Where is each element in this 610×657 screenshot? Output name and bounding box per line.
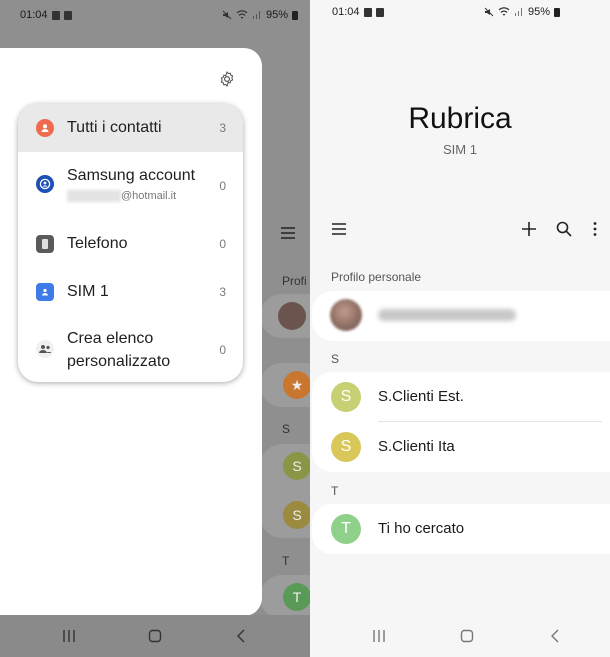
settings-gear-icon[interactable] (218, 70, 236, 88)
status-time: 01:04 (332, 6, 360, 18)
contact-group-s: S S.Clienti Est. S S.Clienti Ita (312, 372, 610, 472)
source-count: 0 (219, 179, 226, 193)
source-sim1[interactable]: SIM 1 3 (18, 268, 243, 316)
contact-avatar: T (331, 514, 361, 544)
avatar: T (283, 583, 310, 611)
person-icon (36, 119, 54, 137)
recent-apps-icon[interactable] (372, 629, 386, 643)
source-samsung-account[interactable]: Samsung account @hotmail.it 0 (18, 152, 243, 220)
navigation-bar (310, 615, 610, 657)
source-all-contacts[interactable]: Tutti i contatti 3 (18, 104, 243, 152)
contact-group-t: T Ti ho cercato (312, 504, 610, 554)
page-title: Rubrica (408, 102, 512, 135)
back-icon[interactable] (550, 629, 560, 643)
source-label-line1: Crea elenco (67, 330, 154, 347)
mute-icon (222, 10, 232, 20)
sim-icon (51, 10, 60, 20)
source-sublabel: @hotmail.it (121, 190, 177, 202)
section-letter: T (331, 484, 339, 498)
menu-icon (281, 227, 295, 239)
wifi-icon (498, 7, 510, 16)
source-label: Tutti i contatti (67, 119, 162, 136)
status-time: 01:04 (20, 9, 48, 21)
avatar: S (283, 501, 310, 529)
section-header: Profilo personale (331, 270, 422, 284)
source-count: 0 (219, 237, 226, 251)
profile-avatar (330, 299, 362, 331)
battery-icon (554, 7, 560, 17)
avatar: S (283, 452, 310, 480)
signal-icon (514, 8, 522, 16)
favorites-star-icon: ★ (283, 371, 310, 399)
contact-name: S.Clienti Est. (378, 388, 464, 405)
navigation-drawer: Tutti i contatti 3 Samsung account @hotm… (0, 48, 262, 616)
menu-icon[interactable] (330, 220, 348, 238)
contact-row[interactable]: S S.Clienti Est. (312, 372, 610, 422)
home-icon[interactable] (460, 629, 474, 643)
gallery-icon (363, 7, 372, 17)
redacted-email (67, 190, 121, 202)
sim-card-icon (36, 283, 54, 301)
page-subtitle[interactable]: SIM 1 (310, 142, 610, 157)
contact-row[interactable]: S S.Clienti Ita (312, 422, 610, 472)
group-icon (36, 340, 54, 358)
avatar (278, 302, 306, 330)
contact-name: Ti ho cercato (378, 520, 465, 537)
sim-icon (375, 7, 384, 17)
status-bar: 01:04 95% (310, 0, 610, 28)
section-letter: S (282, 422, 291, 436)
source-count: 3 (219, 285, 226, 299)
add-icon[interactable] (520, 220, 538, 238)
source-phone[interactable]: Telefono 0 (18, 220, 243, 268)
contact-avatar: S (331, 432, 361, 462)
samsung-account-icon (36, 175, 54, 193)
source-count: 3 (219, 121, 226, 135)
more-options-icon[interactable] (586, 220, 604, 238)
section-letter: S (331, 352, 340, 366)
profile-label-partial: Profi (282, 274, 307, 288)
gallery-icon (63, 10, 72, 20)
wifi-icon (236, 10, 248, 19)
source-create-custom-list[interactable]: Crea elenco personalizzato 0 (18, 316, 243, 382)
contact-name: S.Clienti Ita (378, 438, 455, 455)
contacts-source-list: Tutti i contatti 3 Samsung account @hotm… (18, 104, 243, 382)
background-contacts: Profi ★ S S S T T (260, 0, 310, 657)
source-count: 0 (219, 343, 226, 357)
section-letter: T (282, 554, 290, 568)
back-icon[interactable] (236, 629, 246, 643)
contact-row[interactable]: T Ti ho cercato (312, 504, 610, 554)
battery-percent: 95% (527, 6, 550, 18)
contact-avatar: S (331, 382, 361, 412)
source-label-line2: personalizzato (67, 353, 171, 370)
source-label: Samsung account (67, 167, 196, 184)
source-label: SIM 1 (67, 283, 109, 300)
profile-card[interactable] (312, 291, 610, 341)
recent-apps-icon[interactable] (62, 629, 76, 643)
search-icon[interactable] (555, 220, 573, 238)
source-label: Telefono (67, 235, 128, 252)
mute-icon (484, 7, 494, 17)
profile-name-redacted (378, 309, 516, 321)
navigation-bar (0, 615, 310, 657)
home-icon[interactable] (148, 629, 162, 643)
phone-icon (36, 235, 54, 253)
left-screen: 01:04 95% Profi ★ S S S T T Tutti i cont… (0, 0, 310, 657)
right-screen: 01:04 95% Rubrica SIM 1 Profilo personal… (310, 0, 610, 657)
